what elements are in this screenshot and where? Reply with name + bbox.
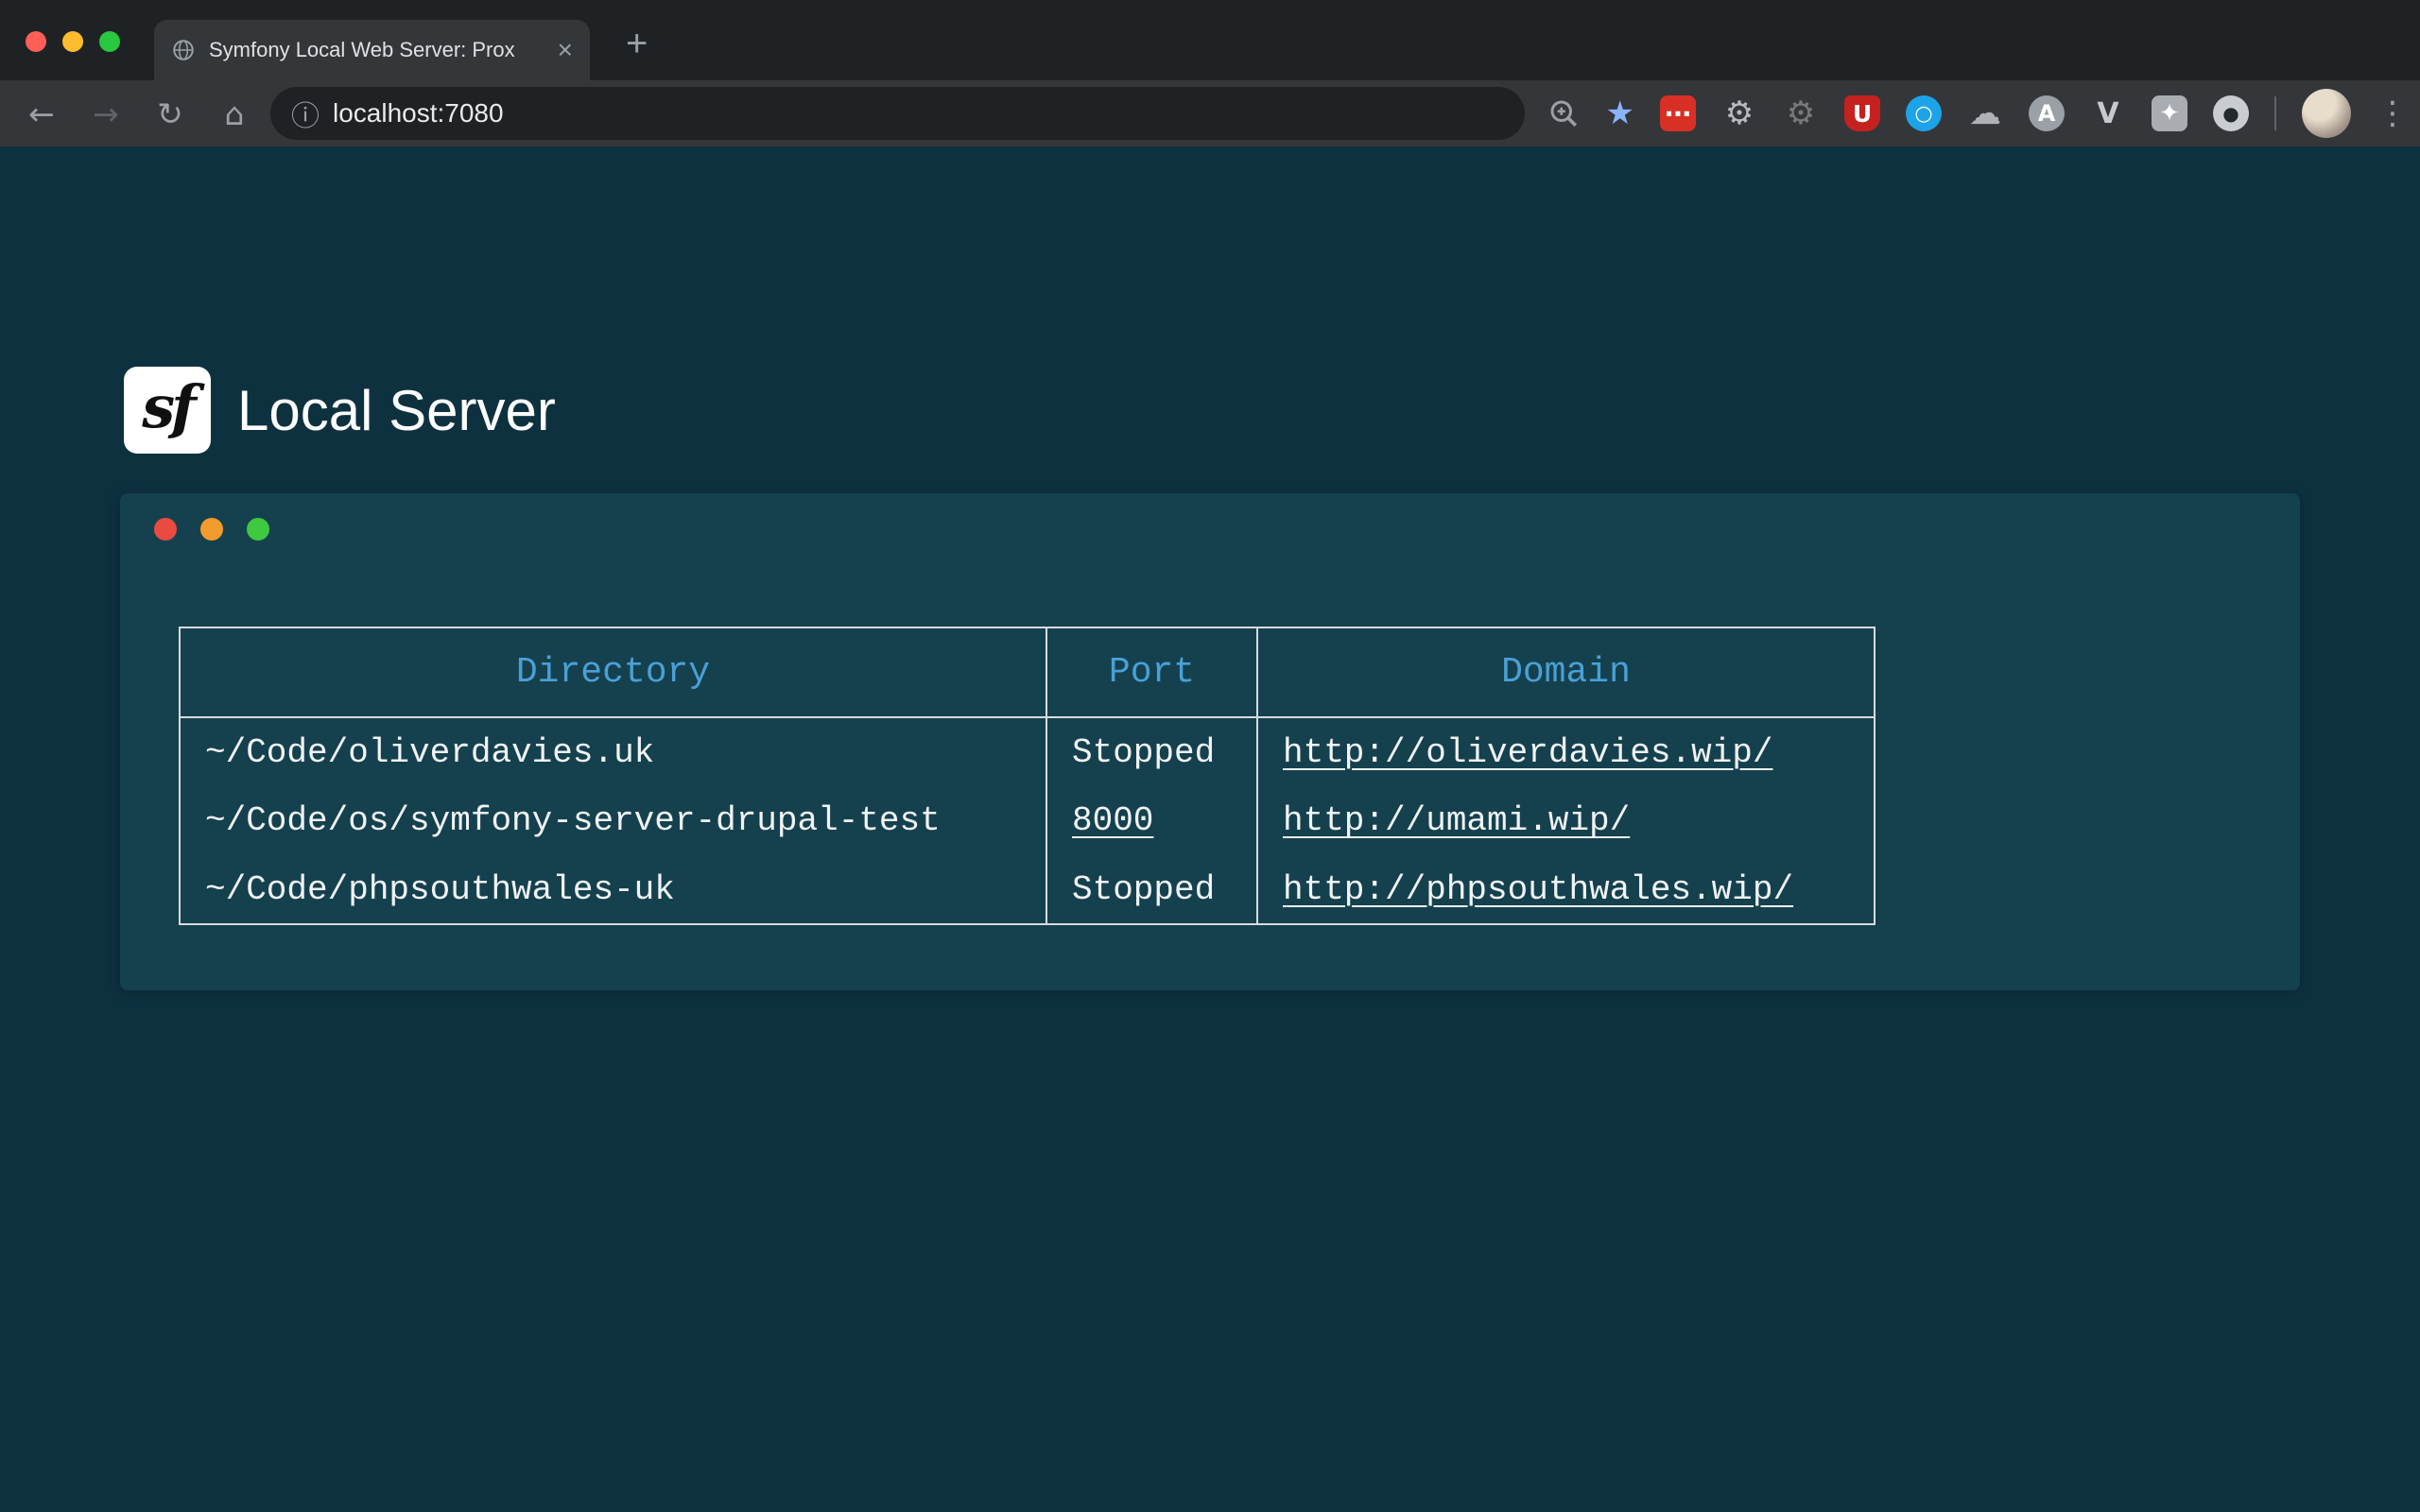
browser-tab[interactable]: Symfony Local Web Server: Prox × (154, 20, 590, 80)
table-header-row: Directory Port Domain (180, 627, 1875, 717)
port-status: Stopped (1046, 717, 1257, 786)
browser-window: Symfony Local Web Server: Prox × + ← → ↻… (0, 0, 2420, 1512)
table-row: ~/Code/os/symfony-server-drupal-test 800… (180, 786, 1875, 855)
url-text: localhost:7080 (333, 98, 504, 129)
github-extension-icon[interactable]: ● (2213, 95, 2249, 131)
port-link[interactable]: 8000 (1072, 801, 1153, 840)
window-zoom-button[interactable] (99, 31, 120, 52)
globe-favicon-icon (171, 38, 196, 62)
zoom-icon[interactable] (1547, 96, 1581, 130)
browser-menu-icon[interactable]: ⋮ (2377, 94, 2409, 132)
card-dot-orange (200, 518, 223, 541)
tab-strip: Symfony Local Web Server: Prox × + (0, 0, 2420, 80)
toolbar-separator (2274, 96, 2276, 130)
forward-icon[interactable]: → (85, 93, 127, 134)
port-status: Stopped (1046, 855, 1257, 924)
card-traffic-dots (154, 518, 269, 541)
address-bar[interactable]: ⓘ localhost:7080 (270, 87, 1525, 140)
window-close-button[interactable] (26, 31, 46, 52)
new-tab-button[interactable]: + (626, 23, 648, 65)
column-header-directory: Directory (180, 627, 1046, 717)
cloud-extension-icon[interactable]: ☁ (1967, 95, 2003, 131)
brand-header: sf Local Server (124, 367, 556, 454)
browser-toolbar: ← → ↻ ⌂ ⓘ localhost:7080 ★ ⋯ ⚙ ⚙ U (0, 80, 2420, 146)
badge-extension-icon[interactable]: ✦ (2152, 95, 2187, 131)
gear-light-extension-icon[interactable]: ⚙ (1721, 95, 1757, 131)
profile-avatar[interactable] (2302, 89, 2351, 138)
tab-title: Symfony Local Web Server: Prox (209, 38, 544, 62)
table-row: ~/Code/oliverdavies.uk Stopped http://ol… (180, 717, 1875, 786)
servers-table: Directory Port Domain ~/Code/oliverdavie… (179, 627, 1876, 925)
tab-close-icon[interactable]: × (558, 37, 573, 63)
directory-cell: ~/Code/oliverdavies.uk (180, 717, 1046, 786)
gear-dark-extension-icon[interactable]: ⚙ (1783, 95, 1819, 131)
symfony-logo-icon: sf (124, 367, 211, 454)
bookmark-star-icon[interactable]: ★ (1606, 94, 1634, 132)
domain-link[interactable]: http://phpsouthwales.wip/ (1283, 870, 1793, 909)
back-icon[interactable]: ← (21, 93, 62, 134)
blue-circle-extension-icon[interactable]: ○ (1906, 95, 1942, 131)
card-dot-red (154, 518, 177, 541)
letter-v-extension-icon[interactable]: V (2090, 95, 2126, 131)
table-row: ~/Code/phpsouthwales-uk Stopped http://p… (180, 855, 1875, 924)
card-dot-green (247, 518, 269, 541)
server-card: Directory Port Domain ~/Code/oliverdavie… (120, 493, 2300, 990)
page-title: Local Server (237, 378, 556, 443)
column-header-port: Port (1046, 627, 1257, 717)
letter-a-extension-icon[interactable]: A (2029, 95, 2065, 131)
domain-link[interactable]: http://oliverdavies.wip/ (1283, 733, 1772, 772)
directory-cell: ~/Code/os/symfony-server-drupal-test (180, 786, 1046, 855)
red-dots-extension-icon[interactable]: ⋯ (1660, 95, 1696, 131)
window-minimize-button[interactable] (62, 31, 83, 52)
site-info-icon[interactable]: ⓘ (291, 93, 320, 134)
directory-cell: ~/Code/phpsouthwales-uk (180, 855, 1046, 924)
column-header-domain: Domain (1257, 627, 1875, 717)
domain-link[interactable]: http://umami.wip/ (1283, 801, 1630, 840)
home-icon[interactable]: ⌂ (214, 93, 255, 134)
reload-icon[interactable]: ↻ (149, 93, 191, 134)
page-viewport: sf Local Server Directory Port Domain (0, 146, 2420, 1512)
ublock-extension-icon[interactable]: U (1844, 95, 1880, 131)
